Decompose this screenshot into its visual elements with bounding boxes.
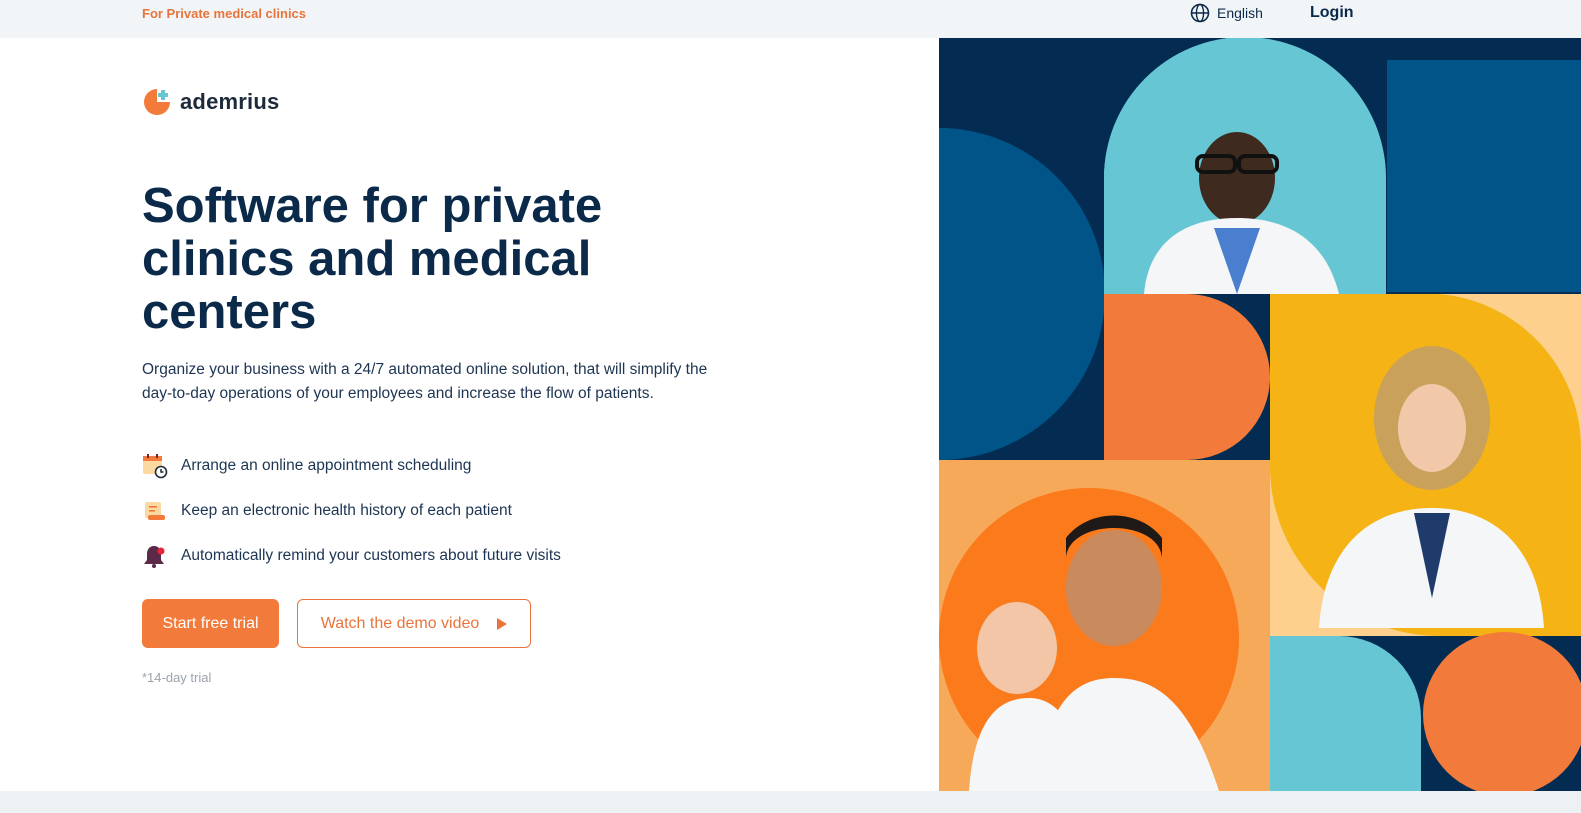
feature-label: Arrange an online appointment scheduling [181, 456, 472, 474]
list-item: Automatically remind your customers abou… [142, 533, 561, 578]
logo[interactable]: ademrius [142, 87, 279, 117]
ademrius-logo-icon [144, 89, 170, 115]
language-label: English [1217, 5, 1263, 21]
top-bar: For Private medical clinics English Logi… [0, 0, 1581, 38]
watch-demo-label: Watch the demo video [320, 614, 480, 632]
list-item: Arrange an online appointment scheduling [142, 443, 561, 488]
hero-image-collage [939, 38, 1581, 791]
feature-label: Automatically remind your customers abou… [181, 546, 561, 564]
trial-note: *14-day trial [142, 670, 212, 685]
start-free-trial-button[interactable]: Start free trial [142, 599, 279, 648]
login-link[interactable]: Login [1310, 4, 1354, 22]
hero-section: ademrius Software for private clinics an… [0, 38, 939, 791]
doctor-collage-illustration [939, 38, 1581, 791]
bottom-strip [0, 791, 1581, 813]
feature-list: Arrange an online appointment scheduling… [142, 443, 561, 578]
logo-wordmark: ademrius [180, 89, 280, 114]
calendar-clock-icon [143, 453, 168, 478]
language-selector[interactable]: English [1190, 3, 1263, 23]
hero-title: Software for private clinics and medical… [142, 179, 603, 339]
watch-demo-button[interactable]: Watch the demo video [297, 599, 531, 648]
notification-bell-icon [144, 545, 165, 568]
scroll-document-icon [145, 501, 165, 520]
hero-lead: Organize your business with a 24/7 autom… [142, 361, 708, 402]
play-icon [497, 617, 508, 630]
globe-icon [1190, 3, 1210, 23]
feature-label: Keep an electronic health history of eac… [181, 501, 512, 519]
tagline: For Private medical clinics [142, 6, 307, 21]
list-item: Keep an electronic health history of eac… [142, 488, 561, 533]
